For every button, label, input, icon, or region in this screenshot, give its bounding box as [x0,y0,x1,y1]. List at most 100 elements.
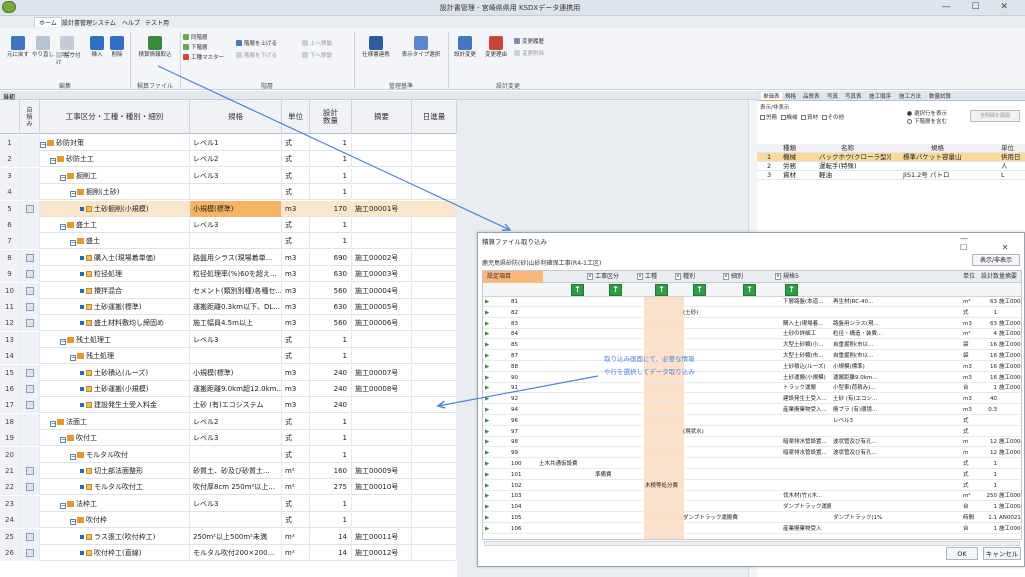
daily-cell[interactable] [412,184,457,201]
ok-button[interactable]: OK [946,547,978,560]
level-up-arrow-icon[interactable]: ↑ [743,284,756,296]
quantity-cell[interactable]: 560 [310,315,352,332]
dialog-row[interactable]: ▶ 103 伐木材(竹)(木... m² 250施工00044号 [483,492,1021,502]
mark-cell[interactable] [20,364,40,381]
spec-cell[interactable]: 砂質土、砂及び砂質土... [190,463,282,479]
work-item-cell[interactable]: 攪拌混合 [40,282,190,299]
move-down-button[interactable]: 下へ移動 [302,52,332,60]
table-row[interactable]: 12 盛土材料敷均し締固め 施工幅員4.5m以上 m3 560 施工00006号 [0,315,457,332]
spec-cell[interactable]: レベル3 [190,167,282,184]
table-row[interactable]: 22 モルタル吹付工 吹付厚8cm 250m²以上... m² 275 施工00010号 [0,479,457,496]
daily-cell[interactable] [412,463,457,479]
work-item-cell[interactable]: 土砂運搬(小規模) [40,381,190,397]
mark-cell[interactable] [20,167,40,184]
unit-cell[interactable]: 式 [282,151,310,168]
dialog-col-header[interactable]: 細別 [731,271,743,283]
mark-cell[interactable] [20,151,40,168]
master-button[interactable]: 工種マスター [183,54,224,62]
col-remark[interactable]: 摘要 [352,100,412,134]
remark-cell[interactable] [352,512,412,529]
quantity-cell[interactable]: 1 [310,331,352,348]
spec-cell[interactable]: レベル2 [190,413,282,430]
mark-cell[interactable] [20,315,40,332]
daily-cell[interactable] [412,446,457,463]
remark-cell[interactable]: 施工00011号 [352,528,412,545]
app-logo-icon[interactable] [2,1,16,13]
tab-2[interactable]: 品質表 [803,92,820,100]
work-item-cell[interactable]: − 砂防対策 [40,135,190,151]
table-row[interactable]: 20 − モルタル吹付 式 1 [0,446,457,463]
same-level-button[interactable]: 同階層 [183,34,208,42]
table-row[interactable]: 3 − 掘削工 レベル3 式 1 [0,167,457,184]
unit-price-row[interactable]: 1 機械 バックホウ(クローラ型)[標準バケット容量山 供用日 [757,153,1025,162]
quantity-cell[interactable]: 1 [310,184,352,201]
dropdown-icon[interactable]: v [675,273,681,280]
mark-cell[interactable] [20,381,40,397]
collapse-icon[interactable]: − [60,224,66,230]
unit-cell[interactable]: 式 [282,446,310,463]
check-other[interactable]: その他 [821,115,844,121]
daily-cell[interactable] [412,249,457,266]
table-row[interactable]: 8 購入土(現場着単価) 路盤用シラス(現場着単... m3 690 施工00002号 [0,249,457,266]
spec-link-button[interactable]: 仕様書連携 [358,36,394,59]
mark-cell[interactable] [20,430,40,447]
daily-cell[interactable] [412,479,457,496]
tab-4[interactable]: 写真表 [845,92,862,100]
unit-cell[interactable]: 式 [282,331,310,348]
spec-cell[interactable]: 路盤用シラス(現場着単... [190,249,282,266]
remark-cell[interactable] [352,430,412,447]
remark-cell[interactable]: 施工00005号 [352,299,412,315]
work-item-cell[interactable]: 土砂積込(ルーズ) [40,364,190,381]
dialog-col-header[interactable]: 工種 [645,271,657,283]
table-row[interactable]: 15 土砂積込(ルーズ) 小規模(標準) m3 240 施工00007号 [0,364,457,381]
paste-button[interactable]: 貼り付け [56,52,82,67]
daily-cell[interactable] [412,282,457,299]
remark-cell[interactable] [352,184,412,201]
spec-cell[interactable]: セメント(類別別種)各種セ... [190,282,282,299]
dialog-row[interactable]: ▶ 97 (現状水) 式 [483,428,1021,437]
design-change-button[interactable]: 設計変更 [451,36,479,59]
row-select-icon[interactable]: ▶ [485,298,489,307]
mark-cell[interactable] [20,233,40,250]
dialog-row[interactable]: ▶ 105 ダンプトラック運搬費 ダンプトラック(1%... 時間 1.1 AN0021 [483,514,1021,523]
remark-cell[interactable] [352,446,412,463]
col-unit[interactable]: 単位 [282,100,310,134]
quantity-cell[interactable]: 1 [310,135,352,151]
row-select-icon[interactable]: ▶ [485,471,489,480]
window-controls[interactable]: — ☐ ✕ [942,2,1017,12]
remark-cell[interactable]: 施工00003号 [352,266,412,283]
mark-cell[interactable] [20,184,40,201]
dropdown-icon[interactable]: v [587,273,593,280]
delete-button[interactable]: 削除 [108,36,126,59]
dialog-row[interactable]: ▶ 87 大型土砂類(市... 自重掘削(市以... 袋 16施工00005号 [483,352,1021,361]
daily-cell[interactable] [412,167,457,184]
table-row[interactable]: 2 − 砂防土工 レベル2 式 1 [0,151,457,168]
table-row[interactable]: 9 粒径処理 粒径処理率(%)60を超え... m3 630 施工00003号 [0,266,457,283]
dialog-row[interactable]: ▶ 104 ダンプトラック運搬(台 1施工00045号 [483,503,1021,513]
row-select-icon[interactable]: ▶ [485,514,489,523]
work-item-cell[interactable]: − 吹付枠 [40,512,190,529]
unit-cell[interactable]: 式 [282,413,310,430]
spec-cell[interactable] [190,446,282,463]
remark-cell[interactable] [352,397,412,414]
remark-cell[interactable]: 施工00010号 [352,479,412,496]
dialog-display-button[interactable]: 表示/非表示 [972,254,1020,266]
insert-button[interactable]: 挿入 [88,36,106,59]
dialog-row[interactable]: ▶ 91 トラック運搬 小型車(荷積み)... 台 1施工00014号 [483,384,1021,394]
collapse-icon[interactable]: − [70,453,76,460]
work-item-cell[interactable]: 建設発生土受入料金 [40,397,190,414]
collapse-icon[interactable]: − [60,502,66,509]
work-item-cell[interactable]: − 掘削工 [40,167,190,184]
row-select-icon[interactable]: ▶ [485,406,489,415]
import-button[interactable]: 積算情報取込 [133,36,177,59]
level-up-arrow-icon[interactable]: ↑ [609,284,622,296]
spec-cell[interactable]: レベル3 [190,217,282,233]
row-select-icon[interactable]: ▶ [485,525,489,534]
table-row[interactable]: 13 − 残土処理工 レベル3 式 1 [0,331,457,348]
work-item-cell[interactable]: 吹付枠工(直線) [40,545,190,561]
dialog-col-header[interactable]: 工事区分 [595,271,619,283]
unit-cell[interactable]: 式 [282,184,310,201]
table-row[interactable]: 7 − 盛土 式 1 [0,233,457,250]
quantity-cell[interactable]: 240 [310,381,352,397]
quantity-cell[interactable]: 1 [310,167,352,184]
